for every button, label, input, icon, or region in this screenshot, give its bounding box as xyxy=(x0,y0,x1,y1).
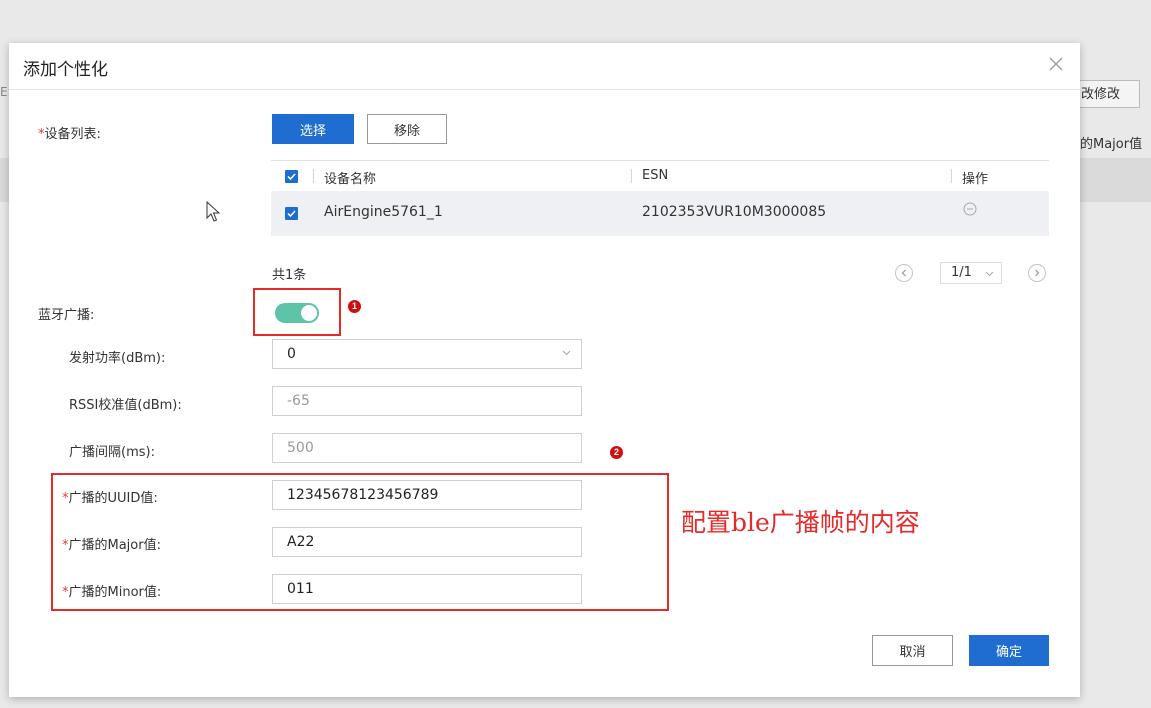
uuid-label: *广播的UUID值: xyxy=(62,487,158,506)
remove-button[interactable]: 移除 xyxy=(367,114,447,144)
tx-power-label: 发射功率(dBm): xyxy=(69,351,166,366)
column-header-action: 操作 xyxy=(962,172,989,187)
annotation-badge-2: 2 xyxy=(610,446,623,459)
annotation-text: 配置ble广播帧的内容 xyxy=(681,508,920,537)
major-label-text: 广播的Major值: xyxy=(68,538,161,553)
dialog-title: 添加个性化 xyxy=(23,60,108,80)
row-checkbox[interactable] xyxy=(285,207,298,220)
minor-input[interactable]: 011 xyxy=(272,574,582,604)
column-header-esn: ESN xyxy=(642,168,669,183)
select-all-checkbox[interactable] xyxy=(285,170,298,183)
page-indicator: 1/1 xyxy=(951,265,972,280)
tx-power-select[interactable]: 0 xyxy=(272,339,582,369)
tx-power-value: 0 xyxy=(287,346,296,362)
rssi-label: RSSI校准值(dBm): xyxy=(69,398,182,413)
add-personalization-dialog: 添加个性化 *设备列表: 选择 移除 设备名称 ESN 操作 AirEngine… xyxy=(9,43,1080,697)
next-page-icon[interactable] xyxy=(1028,264,1046,282)
uuid-input[interactable]: 12345678123456789 xyxy=(272,480,582,510)
minor-label-text: 广播的Minor值: xyxy=(68,585,162,600)
page-select[interactable]: 1/1 xyxy=(940,262,1002,284)
mouse-cursor-icon xyxy=(206,200,221,227)
close-icon[interactable] xyxy=(1047,55,1065,73)
chevron-down-icon xyxy=(985,271,994,277)
table-row: AirEngine5761_1 2102353VUR10M3000085 xyxy=(271,191,1049,236)
uuid-label-text: 广播的UUID值: xyxy=(68,491,158,506)
confirm-button[interactable]: 确定 xyxy=(969,635,1049,666)
bluetooth-label: 蓝牙广播: xyxy=(38,308,95,323)
column-separator xyxy=(951,169,952,183)
background-major-text: 的Major值 xyxy=(1080,137,1143,152)
minus-circle-icon[interactable] xyxy=(963,202,977,216)
interval-label: 广播间隔(ms): xyxy=(69,445,155,460)
column-separator xyxy=(313,169,314,183)
column-header-device-name: 设备名称 xyxy=(324,172,377,187)
minor-label: *广播的Minor值: xyxy=(62,581,161,600)
device-list-label: *设备列表: xyxy=(38,123,101,142)
major-label: *广播的Major值: xyxy=(62,534,161,553)
toggle-knob xyxy=(301,305,317,321)
select-button[interactable]: 选择 xyxy=(272,114,354,144)
device-table-header: 设备名称 ESN 操作 xyxy=(271,160,1049,192)
column-separator xyxy=(631,169,632,183)
device-esn-cell: 2102353VUR10M3000085 xyxy=(642,204,827,220)
interval-input[interactable]: 500 xyxy=(272,433,582,463)
device-name-cell: AirEngine5761_1 xyxy=(324,204,443,220)
device-list-label-text: 设备列表: xyxy=(44,127,101,142)
prev-page-icon[interactable] xyxy=(895,264,913,282)
cancel-button[interactable]: 取消 xyxy=(872,635,953,666)
background-row-strip-left xyxy=(0,158,9,202)
chevron-down-icon xyxy=(562,350,571,356)
background-row-strip xyxy=(1080,158,1151,202)
annotation-badge-1: 1 xyxy=(348,300,361,313)
background-fragment-text: E xyxy=(0,85,8,99)
rssi-input[interactable]: -65 xyxy=(272,386,582,416)
major-input[interactable]: A22 xyxy=(272,527,582,557)
title-divider xyxy=(9,89,1080,90)
total-count: 共1条 xyxy=(272,268,307,283)
bluetooth-toggle[interactable] xyxy=(275,303,319,323)
